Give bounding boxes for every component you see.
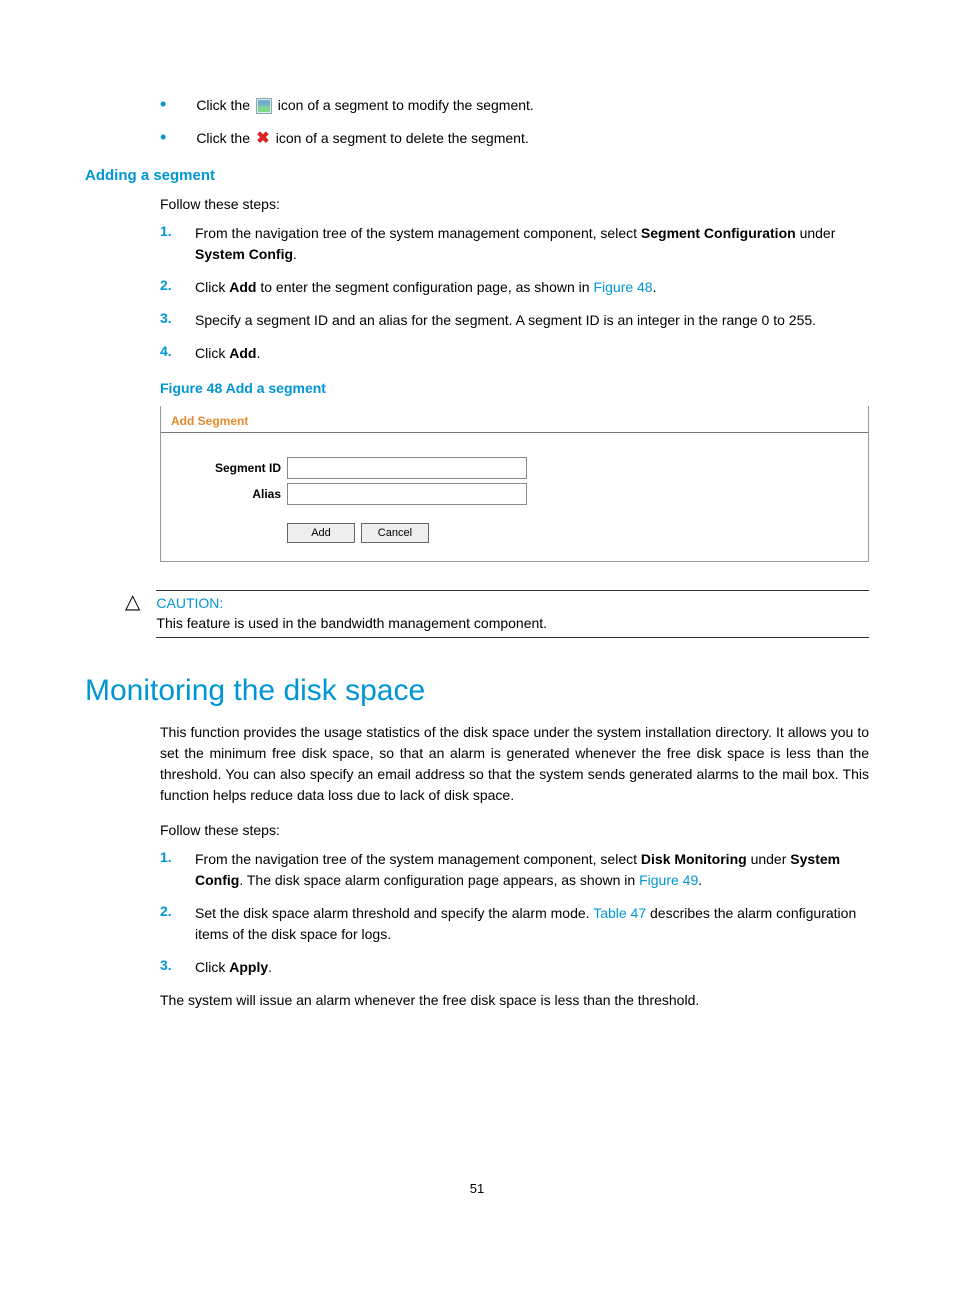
heading-monitoring: Monitoring the disk space [85,674,869,708]
step-text: Specify a segment ID and an alias for th… [195,310,869,331]
figure-48-link[interactable]: Figure 48 [593,279,652,295]
table-47-link[interactable]: Table 47 [593,905,646,921]
step-text: Click Add. [195,343,869,364]
cancel-button[interactable]: Cancel [361,523,429,543]
form-row-alias: Alias [191,483,858,505]
bullet-item-delete: • Click the ✖ icon of a segment to delet… [160,128,869,149]
step-4: 4. Click Add. [160,343,869,364]
caution-label: CAUTION: [156,595,869,611]
intro-text: Follow these steps: [160,194,869,215]
step-2: 2. Set the disk space alarm threshold an… [160,903,869,945]
step-number: 3. [160,957,195,978]
step-number: 4. [160,343,195,364]
label-alias: Alias [191,487,287,501]
figure-49-link[interactable]: Figure 49 [639,872,698,888]
step-text: From the navigation tree of the system m… [195,849,869,891]
label-segment-id: Segment ID [191,461,287,475]
step-number: 1. [160,223,195,265]
text: Click the [196,97,254,113]
segment-id-input[interactable] [287,457,527,479]
bullet-text: Click the ✖ icon of a segment to delete … [196,128,869,149]
bullet-text: Click the icon of a segment to modify th… [196,95,869,116]
heading-adding-segment: Adding a segment [85,167,869,184]
page-number: 51 [85,1181,869,1196]
bullet-dot-icon: • [160,97,166,111]
step-text: Click Add to enter the segment configura… [195,277,869,298]
form-row-segment-id: Segment ID [191,457,858,479]
step-number: 2. [160,903,195,945]
modify-icon [256,98,272,114]
monitoring-intro: Follow these steps: [160,820,869,841]
figure-title: Add Segment [161,406,868,433]
caution-text: This feature is used in the bandwidth ma… [156,615,869,631]
bullet-item-modify: • Click the icon of a segment to modify … [160,95,869,116]
step-3: 3. Click Apply. [160,957,869,978]
button-row: Add Cancel [287,523,858,543]
figure-caption: Figure 48 Add a segment [160,380,869,396]
step-1: 1. From the navigation tree of the syste… [160,223,869,265]
bullet-list: • Click the icon of a segment to modify … [160,95,869,149]
add-button[interactable]: Add [287,523,355,543]
step-3: 3. Specify a segment ID and an alias for… [160,310,869,331]
caution-block: △ CAUTION: This feature is used in the b… [125,590,869,638]
caution-icon: △ [125,592,140,612]
step-text: From the navigation tree of the system m… [195,223,869,265]
caution-content: CAUTION: This feature is used in the ban… [156,590,869,638]
monitoring-closing: The system will issue an alarm whenever … [160,990,869,1011]
bullet-dot-icon: • [160,130,166,144]
text: icon of a segment to delete the segment. [272,130,529,146]
step-number: 3. [160,310,195,331]
delete-icon: ✖ [256,132,270,146]
step-2: 2. Click Add to enter the segment config… [160,277,869,298]
alias-input[interactable] [287,483,527,505]
step-number: 2. [160,277,195,298]
text: icon of a segment to modify the segment. [274,97,534,113]
page-content: • Click the icon of a segment to modify … [0,0,954,1256]
text: Click the [196,130,254,146]
figure-form: Segment ID Alias Add Cancel [161,433,868,561]
step-1: 1. From the navigation tree of the syste… [160,849,869,891]
step-number: 1. [160,849,195,891]
steps-monitoring: 1. From the navigation tree of the syste… [160,849,869,978]
steps-adding-segment: 1. From the navigation tree of the syste… [160,223,869,364]
monitoring-para: This function provides the usage statist… [160,722,869,806]
step-text: Set the disk space alarm threshold and s… [195,903,869,945]
figure-add-segment: Add Segment Segment ID Alias Add Cancel [160,406,869,562]
step-text: Click Apply. [195,957,869,978]
